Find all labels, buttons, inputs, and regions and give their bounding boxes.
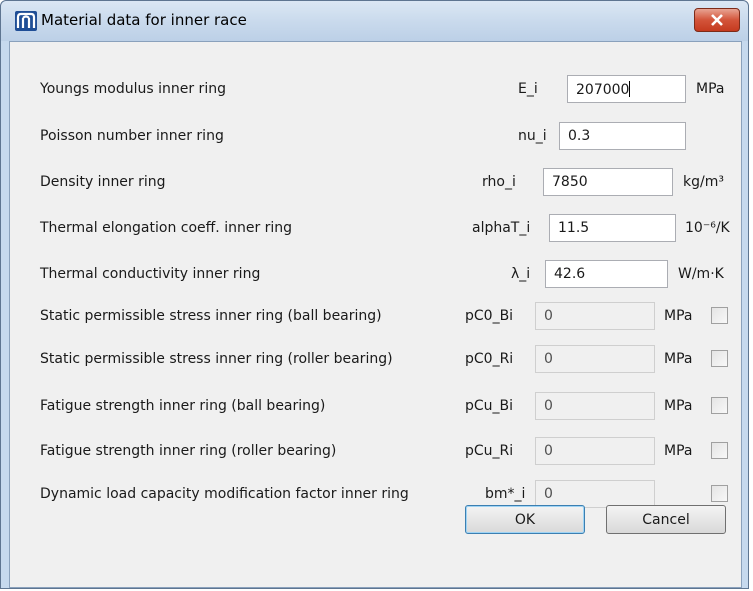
youngs-modulus-input[interactable]: 207000: [567, 75, 686, 103]
field-symbol: pC0_Ri: [465, 351, 514, 367]
field-unit: MPa: [696, 81, 725, 97]
field-label: Poisson number inner ring: [40, 128, 224, 144]
static-stress-ball-input: 0: [535, 302, 655, 330]
field-label: Static permissible stress inner ring (ba…: [40, 308, 382, 324]
material-row-static-stress-ball: Static permissible stress inner ring (ba…: [10, 302, 741, 332]
field-symbol: pCu_Ri: [465, 443, 514, 459]
field-unit: MPa: [664, 443, 693, 459]
dialog-body: Youngs modulus inner ring E_i 207000 MPa…: [9, 41, 742, 588]
field-value: 207000: [576, 82, 630, 98]
field-symbol: λ_i: [511, 266, 531, 282]
field-unit: MPa: [664, 351, 693, 367]
field-symbol: pCu_Bi: [465, 398, 514, 414]
material-row-fatigue-ball: Fatigue strength inner ring (ball bearin…: [10, 392, 741, 422]
fatigue-ball-input: 0: [535, 392, 655, 420]
thermal-elongation-input[interactable]: 11.5: [549, 214, 676, 242]
cancel-button[interactable]: Cancel: [606, 505, 726, 534]
material-row-poisson-number: Poisson number inner ring nu_i 0.3: [10, 122, 741, 152]
field-label: Thermal conductivity inner ring: [40, 266, 261, 282]
material-row-density: Density inner ring rho_i 7850 kg/m³: [10, 168, 741, 198]
fatigue-roller-checkbox[interactable]: [711, 442, 728, 459]
field-unit: 10⁻⁶/K: [685, 220, 730, 236]
field-label: Thermal elongation coeff. inner ring: [40, 220, 293, 236]
field-label: Density inner ring: [40, 174, 166, 190]
field-symbol: nu_i: [518, 128, 547, 144]
field-label: Fatigue strength inner ring (roller bear…: [40, 443, 337, 459]
close-icon: [711, 14, 723, 26]
material-row-youngs-modulus: Youngs modulus inner ring E_i 207000 MPa: [10, 75, 741, 105]
field-symbol: E_i: [518, 81, 538, 97]
static-stress-roller-input: 0: [535, 345, 655, 373]
dynamic-load-factor-input: 0: [535, 480, 655, 508]
field-label: Youngs modulus inner ring: [40, 81, 226, 97]
thermal-conductivity-input[interactable]: 42.6: [545, 260, 668, 288]
static-stress-roller-checkbox[interactable]: [711, 350, 728, 367]
field-symbol: rho_i: [482, 174, 516, 190]
m-logo-icon: [15, 11, 37, 31]
static-stress-ball-checkbox[interactable]: [711, 307, 728, 324]
close-button[interactable]: [694, 8, 740, 32]
title-bar[interactable]: Material data for inner race: [1, 1, 748, 41]
material-row-thermal-conductivity: Thermal conductivity inner ring λ_i 42.6…: [10, 260, 741, 290]
text-caret: [629, 81, 631, 97]
ok-button-label: OK: [514, 511, 536, 528]
field-unit: MPa: [664, 398, 693, 414]
density-input[interactable]: 7850: [543, 168, 673, 196]
fatigue-ball-checkbox[interactable]: [711, 397, 728, 414]
field-label: Fatigue strength inner ring (ball bearin…: [40, 398, 326, 414]
poisson-number-input[interactable]: 0.3: [559, 122, 686, 150]
field-symbol: pC0_Bi: [465, 308, 514, 324]
field-label: Dynamic load capacity modification facto…: [40, 486, 409, 502]
field-unit: MPa: [664, 308, 693, 324]
field-symbol: bm*_i: [485, 486, 526, 502]
field-label: Static permissible stress inner ring (ro…: [40, 351, 393, 367]
material-row-thermal-elongation: Thermal elongation coeff. inner ring alp…: [10, 214, 741, 244]
field-unit: W/m·K: [678, 266, 724, 282]
dialog-window: Material data for inner race Youngs modu…: [0, 0, 749, 589]
dynamic-load-factor-checkbox[interactable]: [711, 485, 728, 502]
fatigue-roller-input: 0: [535, 437, 655, 465]
cancel-button-label: Cancel: [642, 511, 690, 528]
field-unit: kg/m³: [683, 174, 724, 190]
material-row-fatigue-roller: Fatigue strength inner ring (roller bear…: [10, 437, 741, 467]
material-row-static-stress-roller: Static permissible stress inner ring (ro…: [10, 345, 741, 375]
field-symbol: alphaT_i: [472, 220, 531, 236]
window-title: Material data for inner race: [41, 11, 247, 29]
ok-button[interactable]: OK: [465, 505, 585, 534]
